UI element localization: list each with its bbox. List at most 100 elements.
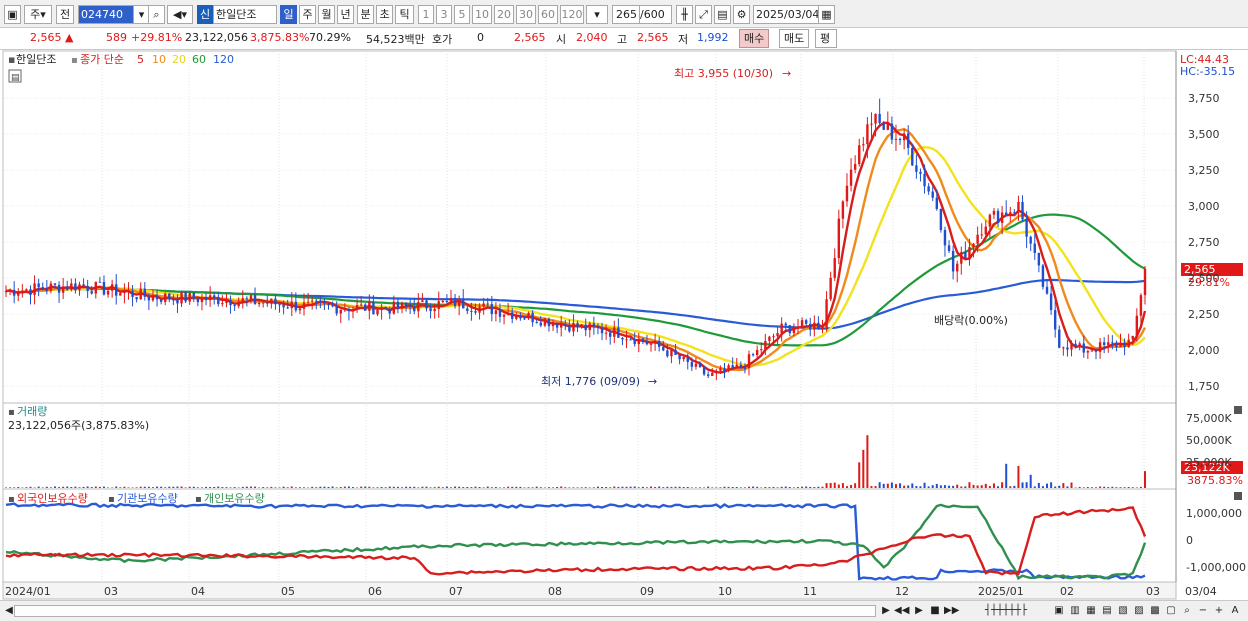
fast-rewind-icon[interactable]: ◀◀ [894,603,909,618]
scrollbar-thumb[interactable] [14,605,876,617]
candle-body [560,323,563,328]
volume-bar [143,486,146,488]
candle-body [592,323,596,327]
candle-body [780,323,783,333]
interval-custom-select[interactable]: ▾ [586,5,608,24]
search-icon[interactable]: ⌕ [148,5,165,24]
period-second[interactable]: 초 [376,5,393,24]
shin-badge[interactable]: 신 [197,5,213,24]
volume-panel[interactable] [2,402,1177,490]
volume-bar [715,487,718,488]
interval-5[interactable]: 5 [454,5,470,24]
stock-code-input[interactable]: 024740 [78,5,134,24]
stock-label[interactable]: 한일단조 [16,52,56,66]
period-year[interactable]: 년 [337,5,354,24]
auto-scale-icon[interactable]: A [1228,603,1242,618]
holding-bullet-icon-2: ▪ [108,494,115,505]
volume-bar [527,487,530,488]
volume-bar [592,487,595,488]
stop-icon[interactable]: ■ [928,603,942,618]
holding-panel[interactable] [2,488,1177,583]
legend-foreign[interactable]: 외국인보유수량 [17,492,88,505]
volume-bar [478,487,481,488]
layout-icon-8[interactable]: ▢ [1164,603,1178,618]
candle-body [494,310,498,315]
layout-icon-2[interactable]: ▥ [1068,603,1082,618]
stock-name-field[interactable]: 한일단조 [213,5,277,24]
layout-icon-6[interactable]: ▨ [1132,603,1146,618]
period-month[interactable]: 월 [318,5,335,24]
period-day[interactable]: 일 [280,5,297,24]
volume-title[interactable]: 거래량 [17,405,47,418]
layout-icon-4[interactable]: ▤ [1100,603,1114,618]
count-input[interactable]: 265 [612,5,640,24]
interval-1[interactable]: 1 [418,5,434,24]
ma-label[interactable]: 종가 단순 [80,53,124,66]
prev-button[interactable]: 전 [56,5,74,24]
volume-bar [613,486,616,488]
amount-value: 54,523백만 [366,33,425,46]
scroll-right-icon[interactable]: ▶ [879,603,893,618]
chart-area[interactable]: ▪ 한일단조 ▪ 종가 단순 5 10 20 60 120 ▤ LC:44.43… [0,50,1248,600]
volume-bar [494,487,497,488]
zoom-search-icon[interactable]: ⌕ [1180,603,1194,618]
zoom-in-icon[interactable]: + [1212,603,1226,618]
gear-icon[interactable]: ⚙ [733,5,750,24]
candle-body [976,234,979,244]
type-select[interactable]: 주▾ [24,5,52,24]
price-y-tick: 2,250 [1188,308,1220,321]
candle-body [939,208,943,231]
trend-tool-icon[interactable]: ⤢ [695,5,712,24]
candle-body [355,305,359,309]
candle-body [576,322,579,328]
candle-body [1049,293,1053,311]
volume-bar [1017,466,1020,488]
high-value: 2,565 [637,31,669,44]
interval-20[interactable]: 20 [494,5,514,24]
date-input[interactable]: 2025/03/04 [753,5,819,24]
volume-bar [437,486,440,488]
layout-icon-1[interactable]: ▣ [1052,603,1066,618]
layout-icon-5[interactable]: ▧ [1116,603,1130,618]
legend-institution[interactable]: 기관보유수량 [117,492,178,505]
volume-bar [45,486,48,488]
candle-body [809,323,812,330]
legend-individual[interactable]: 개인보유수량 [204,492,265,505]
volume-panel-close-icon[interactable] [1234,406,1242,414]
volume-bar [739,487,742,488]
volume-bar [735,486,738,488]
candle-body [70,283,73,290]
holding-panel-close-icon[interactable] [1234,492,1242,500]
volume-bar [670,486,673,488]
horizontal-scrollbar[interactable]: ◀ ▶ ◀◀ ▶ ■ ▶▶ ┤┼┼┼┼┼├ ▣ ▥ ▦ ▤ ▧ ▨ ▩ ▢ ⌕ … [0,600,1248,621]
x-axis-tick: 12 [895,585,909,598]
interval-60[interactable]: 60 [538,5,558,24]
candle-body [37,283,40,288]
buy-button[interactable]: 매수 [739,29,770,48]
candle-icon[interactable]: ╫ [676,5,693,24]
period-minute[interactable]: 분 [357,5,374,24]
period-week[interactable]: 주 [299,5,316,24]
fast-forward-icon[interactable]: ▶▶ [944,603,959,618]
play-icon[interactable]: ▶ [912,603,926,618]
layout-icon-3[interactable]: ▦ [1084,603,1098,618]
calendar-icon[interactable]: ▦ [818,5,835,24]
volume-bar [723,486,726,488]
zoom-slider[interactable]: ┤┼┼┼┼┼├ [966,603,1046,618]
volume-bar [886,483,889,488]
interval-120[interactable]: 120 [560,5,584,24]
zoom-out-icon[interactable]: − [1196,603,1210,618]
period-tick[interactable]: 틱 [395,5,414,24]
volume-bar [841,483,844,488]
sell-button[interactable]: 매도 [779,29,810,48]
window-icon[interactable]: ▣ [4,5,21,24]
interval-3[interactable]: 3 [436,5,452,24]
save-icon[interactable]: ▤ [714,5,731,24]
volume-bar [441,487,444,488]
interval-10[interactable]: 10 [472,5,492,24]
speaker-icon[interactable]: ◀▾ [167,5,193,24]
eval-button[interactable]: 평 [815,29,837,48]
layout-icon-7[interactable]: ▩ [1148,603,1162,618]
interval-30[interactable]: 30 [516,5,536,24]
candle-body [139,288,142,300]
